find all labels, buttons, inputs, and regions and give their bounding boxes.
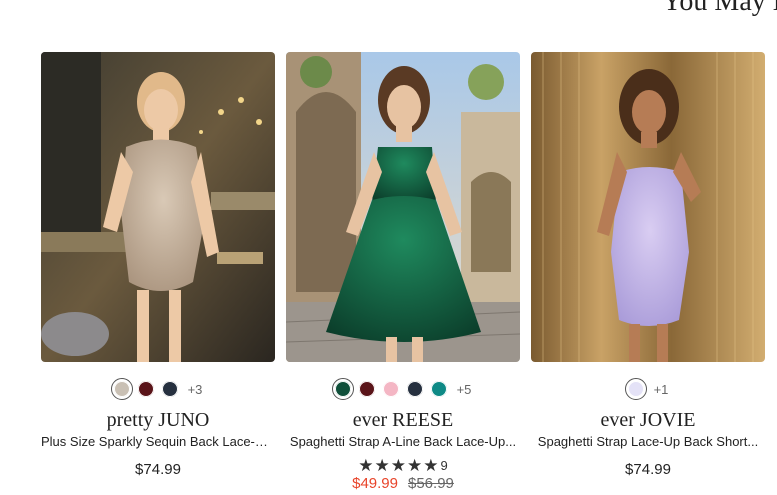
product-card[interactable]: +3 pretty JUNO Plus Size Sparkly Sequin … — [41, 52, 275, 478]
star-icon: ★ — [358, 456, 374, 475]
more-colors-link[interactable]: +3 — [188, 382, 203, 397]
more-colors-link[interactable]: +1 — [654, 382, 669, 397]
more-colors-link[interactable]: +5 — [457, 382, 472, 397]
rating[interactable]: ★ ★ ★ ★ ★ 9 — [286, 457, 520, 474]
product-card[interactable]: +1 ever JOVIE Spaghetti Strap Lace-Up Ba… — [531, 52, 765, 478]
star-icon: ★ — [390, 456, 406, 475]
product-brand: ever REESE — [352, 409, 454, 431]
color-swatches: +3 — [41, 378, 275, 400]
product-name-link[interactable]: Spaghetti Strap A-Line Back Lace-Up... — [286, 434, 520, 449]
color-swatch[interactable] — [358, 381, 375, 397]
color-swatch[interactable] — [137, 381, 154, 397]
star-icon: ★ — [374, 456, 390, 475]
color-swatch[interactable] — [624, 378, 647, 400]
star-icon: ★ — [407, 456, 423, 475]
color-swatches: +1 — [531, 378, 765, 400]
color-swatch[interactable] — [331, 378, 354, 400]
color-swatch[interactable] — [406, 381, 423, 397]
color-swatches: +5 — [286, 378, 520, 400]
product-image[interactable] — [286, 52, 520, 362]
star-icon: ★ — [423, 456, 439, 475]
product-image[interactable] — [531, 52, 765, 362]
rating-count: 9 — [440, 458, 448, 473]
sale-price: $49.99 — [352, 475, 398, 492]
product-brand: ever JOVIE — [600, 409, 696, 431]
price-row: $49.99 $56.99 — [286, 475, 520, 492]
product-name-link[interactable]: Spaghetti Strap Lace-Up Back Short... — [531, 434, 765, 449]
section-title: You May L — [662, 0, 777, 17]
product-brand: pretty JUNO — [106, 409, 210, 431]
color-swatch[interactable] — [110, 378, 133, 400]
original-price: $56.99 — [408, 475, 454, 492]
product-image[interactable] — [41, 52, 275, 362]
color-swatch[interactable] — [161, 381, 178, 397]
product-price: $74.99 — [625, 461, 671, 478]
product-name-link[interactable]: Plus Size Sparkly Sequin Back Lace-U... — [41, 434, 275, 449]
color-swatch[interactable] — [430, 381, 447, 397]
color-swatch[interactable] — [382, 381, 399, 397]
product-card[interactable]: +5 ever REESE Spaghetti Strap A-Line Bac… — [286, 52, 520, 492]
product-price: $74.99 — [135, 461, 181, 478]
